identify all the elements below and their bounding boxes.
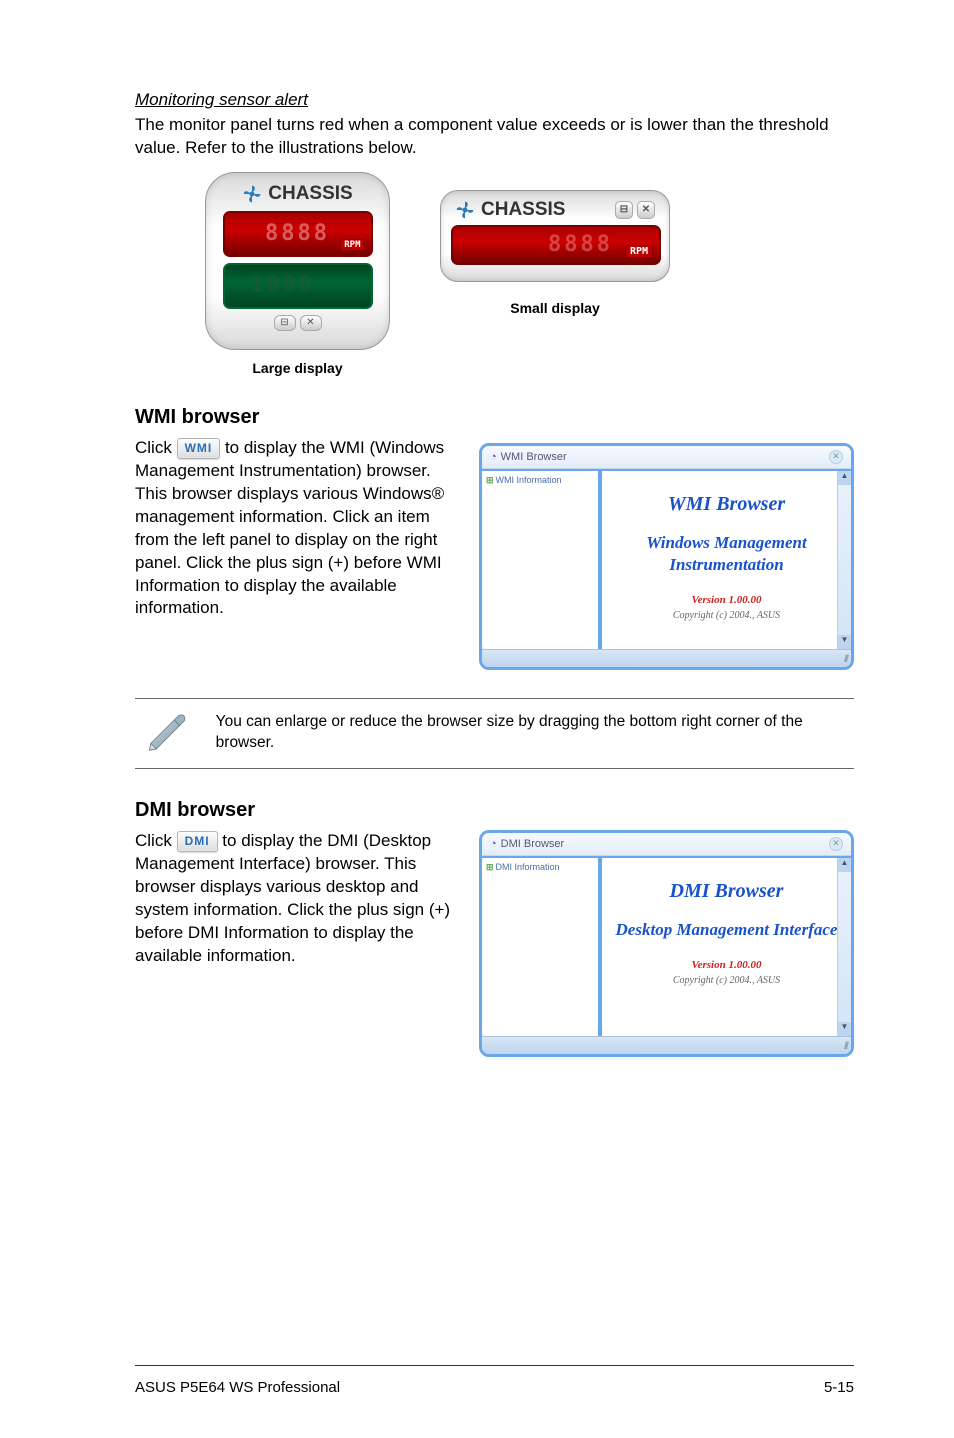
window-icon: ◔ (490, 838, 497, 850)
wmi-content-subtitle: Windows Management Instrumentation (602, 532, 851, 576)
fan-icon (455, 200, 475, 220)
scroll-up-icon[interactable]: ▲ (838, 858, 851, 872)
wmi-copyright: Copyright (c) 2004., ASUS (673, 610, 780, 621)
scrollbar[interactable]: ▲ ▼ (837, 858, 851, 1036)
page-footer: ASUS P5E64 WS Professional 5-15 (135, 1379, 854, 1396)
wmi-text-after: to display the WMI (Windows Management I… (135, 438, 444, 618)
note-pencil-icon (139, 709, 194, 758)
wmi-tree-root: WMI Information (496, 475, 562, 485)
wmi-window-title: WMI Browser (501, 451, 567, 463)
note-box: You can enlarge or reduce the browser si… (135, 698, 854, 769)
subheading: Monitoring sensor alert (135, 90, 854, 110)
config-icon[interactable]: ⊟ (615, 201, 633, 219)
lcd-green-value: 1000 (250, 273, 315, 298)
small-red-unit: RPM (625, 245, 653, 258)
footer-left: ASUS P5E64 WS Professional (135, 1379, 340, 1396)
tree-root-node[interactable]: ⊞WMI Information (486, 475, 594, 486)
close-icon[interactable]: ✕ (300, 315, 322, 331)
dmi-window-titlebar: ◔ DMI Browser ✕ (482, 833, 851, 856)
footer-divider (135, 1365, 854, 1366)
dmi-content-subtitle: Desktop Management Interface (616, 919, 838, 941)
wmi-content-title: WMI Browser (668, 493, 785, 516)
resize-grip[interactable]: //// (844, 1041, 847, 1052)
large-caption: Large display (205, 360, 390, 376)
large-display-column: CHASSIS 8888 RPM 1000 ⊟ ✕ Large display (205, 172, 390, 376)
dmi-text-before: Click (135, 831, 177, 850)
dmi-copyright: Copyright (c) 2004., ASUS (673, 975, 780, 986)
tree-root-node[interactable]: ⊞DMI Information (486, 862, 594, 873)
dmi-text: Click DMI to display the DMI (Desktop Ma… (135, 830, 455, 968)
sensor-panel-small: CHASSIS ⊟ ✕ 8888 RPM (440, 190, 670, 282)
wmi-version: Version 1.00.00 (692, 594, 762, 606)
large-panel-title: CHASSIS (268, 183, 352, 205)
wmi-text-before: Click (135, 438, 177, 457)
scrollbar[interactable]: ▲ ▼ (837, 471, 851, 649)
dmi-version: Version 1.00.00 (692, 959, 762, 971)
dmi-tree-panel[interactable]: ⊞DMI Information (482, 856, 600, 1036)
scroll-up-icon[interactable]: ▲ (838, 471, 851, 485)
close-icon[interactable]: ✕ (829, 837, 843, 851)
config-icon[interactable]: ⊟ (274, 315, 296, 331)
sensor-panel-large: CHASSIS 8888 RPM 1000 ⊟ ✕ (205, 172, 390, 350)
dmi-heading: DMI browser (135, 799, 854, 822)
small-panel-title-row: CHASSIS ⊟ ✕ (451, 199, 659, 225)
small-caption: Small display (440, 300, 670, 316)
wmi-content-panel: WMI Browser Windows Management Instrumen… (600, 469, 851, 649)
wmi-heading: WMI browser (135, 406, 854, 429)
large-red-unit: RPM (340, 239, 364, 251)
alert-body-text: The monitor panel turns red when a compo… (135, 114, 854, 160)
wmi-browser-window: ◔ WMI Browser ✕ ⊞WMI Information WMI Brow… (479, 443, 854, 670)
large-panel-title-row: CHASSIS (206, 183, 389, 205)
wmi-tree-panel[interactable]: ⊞WMI Information (482, 469, 600, 649)
lcd-red-segments: 8888 (265, 221, 330, 246)
wmi-button[interactable]: WMI (177, 438, 221, 459)
dmi-browser-window: ◔ DMI Browser ✕ ⊞DMI Information DMI Brow… (479, 830, 854, 1057)
window-footer: //// (482, 1036, 851, 1054)
dmi-section: Click DMI to display the DMI (Desktop Ma… (135, 830, 854, 1057)
window-icon: ◔ (490, 451, 497, 463)
large-lcd-green: 1000 (223, 263, 373, 309)
wmi-section: Click WMI to display the WMI (Windows Ma… (135, 437, 854, 670)
close-icon[interactable]: ✕ (637, 201, 655, 219)
resize-grip[interactable]: //// (844, 654, 847, 665)
wmi-window-titlebar: ◔ WMI Browser ✕ (482, 446, 851, 469)
small-display-column: CHASSIS ⊟ ✕ 8888 RPM Small display (440, 190, 670, 316)
window-footer: //// (482, 649, 851, 667)
wmi-text: Click WMI to display the WMI (Windows Ma… (135, 437, 455, 621)
lcd-red-segments: 8888 (548, 232, 613, 257)
sensor-alert-section: Monitoring sensor alert The monitor pane… (135, 90, 854, 376)
scroll-down-icon[interactable]: ▼ (838, 635, 851, 649)
plus-icon[interactable]: ⊞ (486, 862, 494, 872)
dmi-content-panel: DMI Browser Desktop Management Interface… (600, 856, 851, 1036)
small-panel-title: CHASSIS (481, 199, 565, 221)
footer-right: 5-15 (824, 1379, 854, 1396)
dmi-button[interactable]: DMI (177, 831, 218, 852)
close-icon[interactable]: ✕ (829, 450, 843, 464)
plus-icon[interactable]: ⊞ (486, 475, 494, 485)
small-lcd-red: 8888 RPM (451, 225, 661, 265)
note-text: You can enlarge or reduce the browser si… (216, 712, 850, 754)
dmi-window-title: DMI Browser (501, 838, 565, 850)
dmi-content-title: DMI Browser (670, 880, 784, 903)
scroll-down-icon[interactable]: ▼ (838, 1022, 851, 1036)
large-panel-controls: ⊟ ✕ (206, 315, 389, 331)
large-lcd-red: 8888 RPM (223, 211, 373, 257)
fan-icon (242, 184, 262, 204)
dmi-tree-root: DMI Information (496, 862, 560, 872)
